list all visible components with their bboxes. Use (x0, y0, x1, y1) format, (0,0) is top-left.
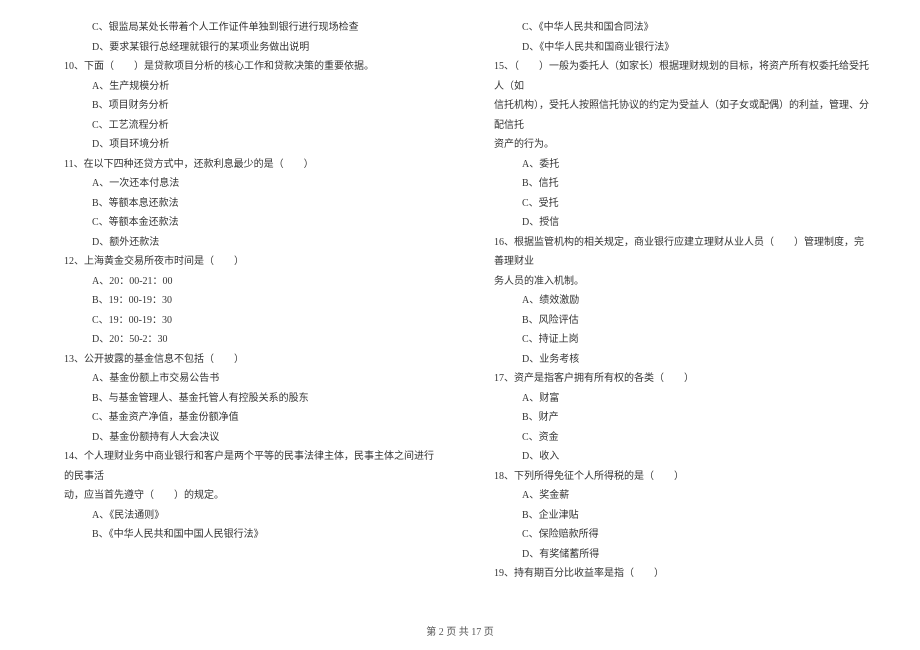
text-line: A、20：00-21：00 (50, 272, 440, 292)
text-line: 11、在以下四种还贷方式中，还款利息最少的是（ ） (50, 155, 440, 175)
text-line: D、有奖储蓄所得 (480, 545, 870, 565)
text-line: C、19：00-19：30 (50, 311, 440, 331)
text-line: 16、根据监管机构的相关规定，商业银行应建立理财从业人员（ ）管理制度，完善理财… (480, 233, 870, 272)
text-line: B、信托 (480, 174, 870, 194)
text-line: B、财产 (480, 408, 870, 428)
text-line: B、与基金管理人、基金托管人有控股关系的股东 (50, 389, 440, 409)
text-line: C、受托 (480, 194, 870, 214)
text-line: B、风险评估 (480, 311, 870, 331)
left-column: C、银监局某处长带着个人工作证件单独到银行进行现场检查D、要求某银行总经理就银行… (50, 18, 440, 608)
text-line: 17、资产是指客户拥有所有权的各类（ ） (480, 369, 870, 389)
text-line: 信托机构），受托人按照信托协议的约定为受益人（如子女或配偶）的利益，管理、分配信… (480, 96, 870, 135)
text-line: D、收入 (480, 447, 870, 467)
text-line: B、19：00-19：30 (50, 291, 440, 311)
text-line: A、基金份额上市交易公告书 (50, 369, 440, 389)
text-line: C、工艺流程分析 (50, 116, 440, 136)
text-line: A、绩效激励 (480, 291, 870, 311)
text-line: 13、公开披露的基金信息不包括（ ） (50, 350, 440, 370)
text-line: B、《中华人民共和国中国人民银行法》 (50, 525, 440, 545)
text-line: 动，应当首先遵守（ ）的规定。 (50, 486, 440, 506)
text-line: 14、个人理财业务中商业银行和客户是两个平等的民事法律主体，民事主体之间进行的民… (50, 447, 440, 486)
text-line: D、20：50-2：30 (50, 330, 440, 350)
text-line: D、业务考核 (480, 350, 870, 370)
text-line: D、要求某银行总经理就银行的某项业务做出说明 (50, 38, 440, 58)
page-footer: 第 2 页 共 17 页 (0, 623, 920, 638)
text-line: 12、上海黄金交易所夜市时间是（ ） (50, 252, 440, 272)
text-line: A、《民法通则》 (50, 506, 440, 526)
text-line: C、等额本金还款法 (50, 213, 440, 233)
text-line: A、生产规模分析 (50, 77, 440, 97)
text-line: D、基金份额持有人大会决议 (50, 428, 440, 448)
text-line: A、奖金薪 (480, 486, 870, 506)
text-line: C、持证上岗 (480, 330, 870, 350)
text-line: C、银监局某处长带着个人工作证件单独到银行进行现场检查 (50, 18, 440, 38)
text-line: 18、下列所得免征个人所得税的是（ ） (480, 467, 870, 487)
text-line: D、额外还款法 (50, 233, 440, 253)
text-line: B、企业津贴 (480, 506, 870, 526)
text-line: 15、（ ）一般为委托人（如家长）根据理财规划的目标，将资产所有权委托给受托人（… (480, 57, 870, 96)
text-line: A、一次还本付息法 (50, 174, 440, 194)
text-line: 务人员的准入机制。 (480, 272, 870, 292)
page-body: C、银监局某处长带着个人工作证件单独到银行进行现场检查D、要求某银行总经理就银行… (50, 18, 870, 608)
text-line: D、《中华人民共和国商业银行法》 (480, 38, 870, 58)
text-line: A、财富 (480, 389, 870, 409)
text-line: C、基金资产净值，基金份额净值 (50, 408, 440, 428)
text-line: 资产的行为。 (480, 135, 870, 155)
text-line: B、项目财务分析 (50, 96, 440, 116)
right-column: C、《中华人民共和国合同法》D、《中华人民共和国商业银行法》15、（ ）一般为委… (480, 18, 870, 608)
text-line: B、等额本息还款法 (50, 194, 440, 214)
text-line: A、委托 (480, 155, 870, 175)
text-line: D、授信 (480, 213, 870, 233)
text-line: 10、下面（ ）是贷款项目分析的核心工作和贷款决策的重要依据。 (50, 57, 440, 77)
text-line: D、项目环境分析 (50, 135, 440, 155)
text-line: C、资金 (480, 428, 870, 448)
text-line: 19、持有期百分比收益率是指（ ） (480, 564, 870, 584)
text-line: C、《中华人民共和国合同法》 (480, 18, 870, 38)
text-line: C、保险赔款所得 (480, 525, 870, 545)
